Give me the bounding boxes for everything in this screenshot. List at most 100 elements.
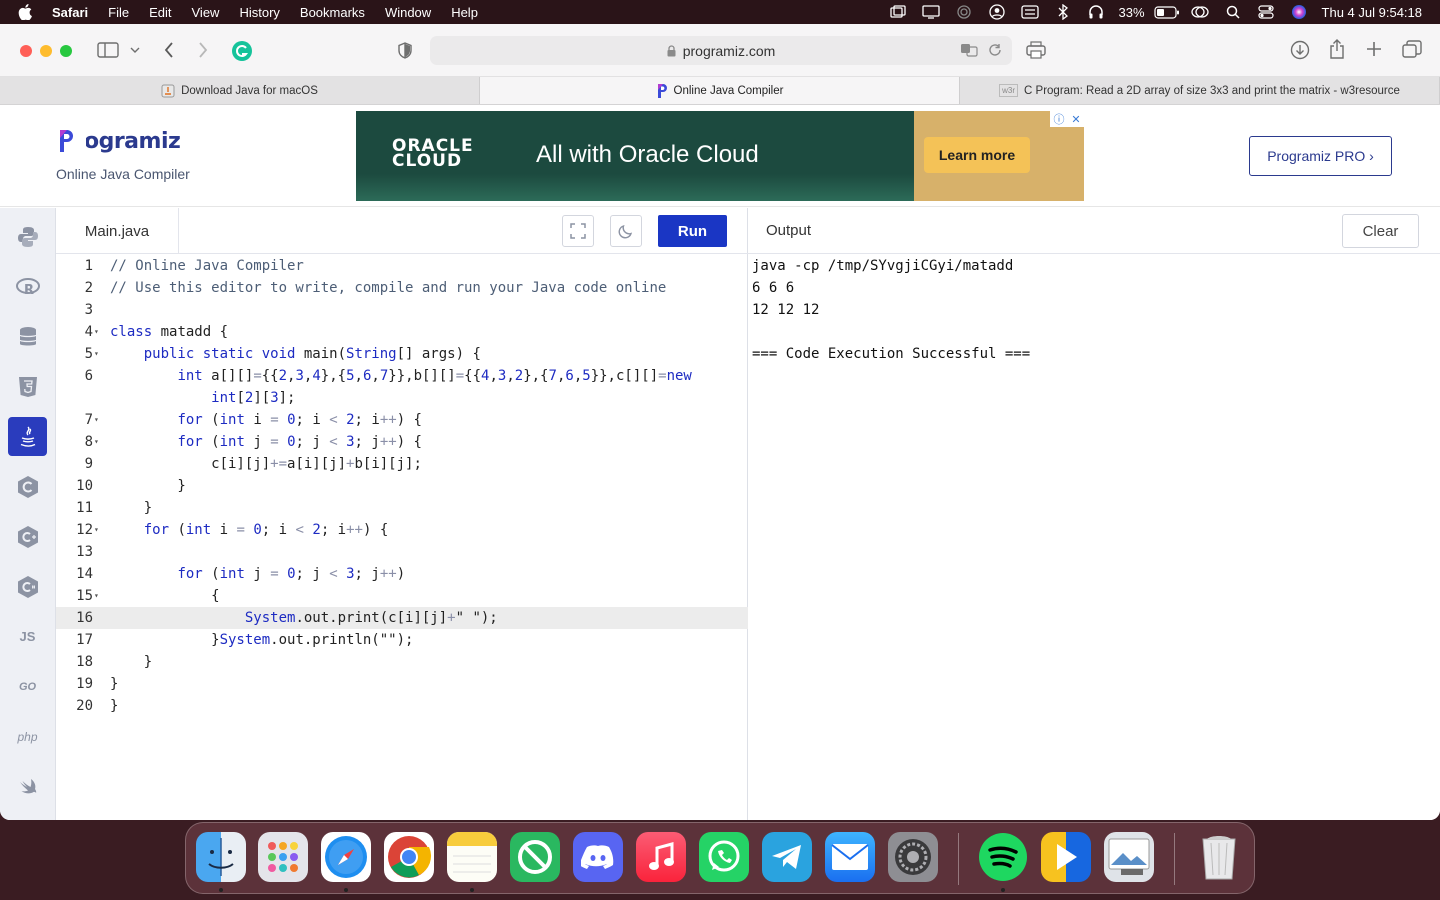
minimize-window-button[interactable] [40, 45, 52, 57]
run-button[interactable]: Run [658, 215, 727, 247]
trash-icon[interactable] [1194, 832, 1244, 882]
code-line[interactable]: 9 c[i][j]+=a[i][j]+b[i][j]; [56, 453, 748, 475]
spotify-icon[interactable] [978, 832, 1028, 882]
system-settings-gear-icon[interactable] [888, 832, 938, 882]
fullscreen-icon[interactable] [562, 215, 594, 247]
share-icon[interactable] [1328, 38, 1346, 60]
html5-icon[interactable] [8, 367, 47, 406]
grammarly-extension-icon[interactable] [231, 40, 253, 62]
oracle-ad-banner[interactable]: ORACLE CLOUD All with Oracle Cloud Learn … [356, 111, 1084, 201]
menu-app-safari[interactable]: Safari [42, 5, 98, 20]
fold-toggle-icon[interactable]: ▾ [94, 431, 99, 453]
ad-close-icon[interactable]: ⓘ ✕ [1050, 111, 1084, 127]
code-line[interactable]: 18 } [56, 651, 748, 673]
fold-toggle-icon[interactable]: ▾ [94, 585, 99, 607]
code-line[interactable]: 8 ▾ for (int j = 0; j < 3; j++) { [56, 431, 748, 453]
downloads-icon[interactable] [1290, 40, 1310, 60]
programiz-pro-button[interactable]: Programiz PRO › [1249, 136, 1392, 176]
infuse-icon[interactable] [1041, 832, 1091, 882]
ad-learn-more-button[interactable]: Learn more [924, 137, 1030, 173]
tab-online-java-compiler[interactable]: Online Java Compiler [480, 77, 960, 104]
code-line[interactable]: int[2][3]; [56, 387, 748, 409]
chrome-icon[interactable] [384, 832, 434, 882]
sql-database-icon[interactable] [8, 317, 47, 356]
menu-window[interactable]: Window [375, 5, 441, 20]
php-icon[interactable]: php [8, 717, 47, 756]
code-line[interactable]: 4 ▾ class matadd { [56, 321, 748, 343]
apple-menu-icon[interactable] [0, 4, 42, 20]
back-icon[interactable] [160, 40, 178, 60]
airdrop-icon[interactable] [948, 0, 981, 24]
menu-view[interactable]: View [182, 5, 230, 20]
menu-help[interactable]: Help [441, 5, 488, 20]
fold-toggle-icon[interactable]: ▾ [94, 343, 99, 365]
code-line[interactable]: 16 System.out.print(c[i][j]+" "); [56, 607, 748, 629]
go-icon[interactable]: GO [8, 667, 47, 706]
headphones-icon[interactable] [1080, 0, 1113, 24]
file-tab-main-java[interactable]: Main.java [56, 208, 179, 254]
fold-toggle-icon[interactable]: ▾ [94, 409, 99, 431]
fold-toggle-icon[interactable]: ▾ [94, 321, 99, 343]
java-icon[interactable] [8, 417, 47, 456]
code-line[interactable]: 1 // Online Java Compiler [56, 255, 748, 277]
dark-mode-moon-icon[interactable] [610, 215, 642, 247]
siri-icon[interactable] [1283, 0, 1316, 24]
code-line[interactable]: 17 }System.out.println(""); [56, 629, 748, 651]
stage-manager-icon[interactable] [882, 0, 915, 24]
code-line[interactable]: 7 ▾ for (int i = 0; i < 2; i++) { [56, 409, 748, 431]
address-bar[interactable]: programiz.com [430, 36, 1012, 65]
code-line[interactable]: 15 ▾ { [56, 585, 748, 607]
code-line[interactable]: 5 ▾ public static void main(String[] args… [56, 343, 748, 365]
code-line[interactable]: 20} [56, 695, 748, 717]
chevron-down-icon[interactable] [128, 44, 142, 56]
menu-history[interactable]: History [229, 5, 289, 20]
code-area[interactable]: 1 // Online Java Compiler 2 // Use this edi… [56, 255, 748, 717]
whatsapp-icon[interactable] [699, 832, 749, 882]
code-line[interactable]: 2 // Use this editor to write, compile an… [56, 277, 748, 299]
clock-datetime[interactable]: Thu 4 Jul 9:54:18 [1316, 5, 1440, 20]
display-icon[interactable] [915, 0, 948, 24]
notes-icon[interactable] [447, 832, 497, 882]
tab-download-java[interactable]: Download Java for macOS [0, 77, 480, 104]
battery-icon[interactable] [1151, 0, 1184, 24]
telegram-icon[interactable] [762, 832, 812, 882]
print-reader-icon[interactable] [1025, 40, 1047, 60]
menu-edit[interactable]: Edit [139, 5, 181, 20]
music-icon[interactable] [636, 832, 686, 882]
code-line[interactable]: 12 ▾ for (int i = 0; i < 2; i++) { [56, 519, 748, 541]
new-tab-plus-icon[interactable] [1365, 40, 1383, 58]
fold-toggle-icon[interactable]: ▾ [94, 519, 99, 541]
cpp-icon[interactable] [8, 517, 47, 556]
bluetooth-icon[interactable] [1047, 0, 1080, 24]
safari-icon[interactable] [321, 832, 371, 882]
code-line[interactable]: 11 } [56, 497, 748, 519]
code-line[interactable]: 6 int a[][]={{2,3,4},{5,6,7}},b[][]={{4,… [56, 365, 748, 387]
menu-file[interactable]: File [98, 5, 139, 20]
c-language-icon[interactable] [8, 467, 47, 506]
r-language-icon[interactable]: R [8, 267, 47, 306]
python-icon[interactable] [8, 217, 47, 256]
swift-icon[interactable] [8, 767, 47, 806]
blocker-app-icon[interactable] [510, 832, 560, 882]
input-source-icon[interactable] [1014, 0, 1047, 24]
tab-w3resource[interactable]: w3r C Program: Read a 2D array of size 3… [960, 77, 1440, 104]
csharp-icon[interactable] [8, 567, 47, 606]
code-line[interactable]: 3 [56, 299, 748, 321]
sidebar-toggle-icon[interactable] [96, 40, 120, 60]
spotlight-search-icon[interactable] [1217, 0, 1250, 24]
tab-overview-icon[interactable] [1402, 40, 1422, 58]
programiz-logo[interactable]: Programiz [58, 129, 180, 154]
control-center-icon[interactable] [1250, 0, 1283, 24]
finder-icon[interactable] [196, 832, 246, 882]
code-line[interactable]: 10 } [56, 475, 748, 497]
clear-output-button[interactable]: Clear [1342, 214, 1419, 248]
javascript-icon[interactable]: JS [8, 617, 47, 656]
user-account-icon[interactable] [981, 0, 1014, 24]
reload-icon[interactable] [988, 43, 1002, 57]
screen-mirroring-icon[interactable] [1184, 0, 1217, 24]
menu-bookmarks[interactable]: Bookmarks [290, 5, 375, 20]
code-line[interactable]: 19} [56, 673, 748, 695]
close-window-button[interactable] [20, 45, 32, 57]
launchpad-icon[interactable] [258, 832, 308, 882]
code-line[interactable]: 14 for (int j = 0; j < 3; j++) [56, 563, 748, 585]
